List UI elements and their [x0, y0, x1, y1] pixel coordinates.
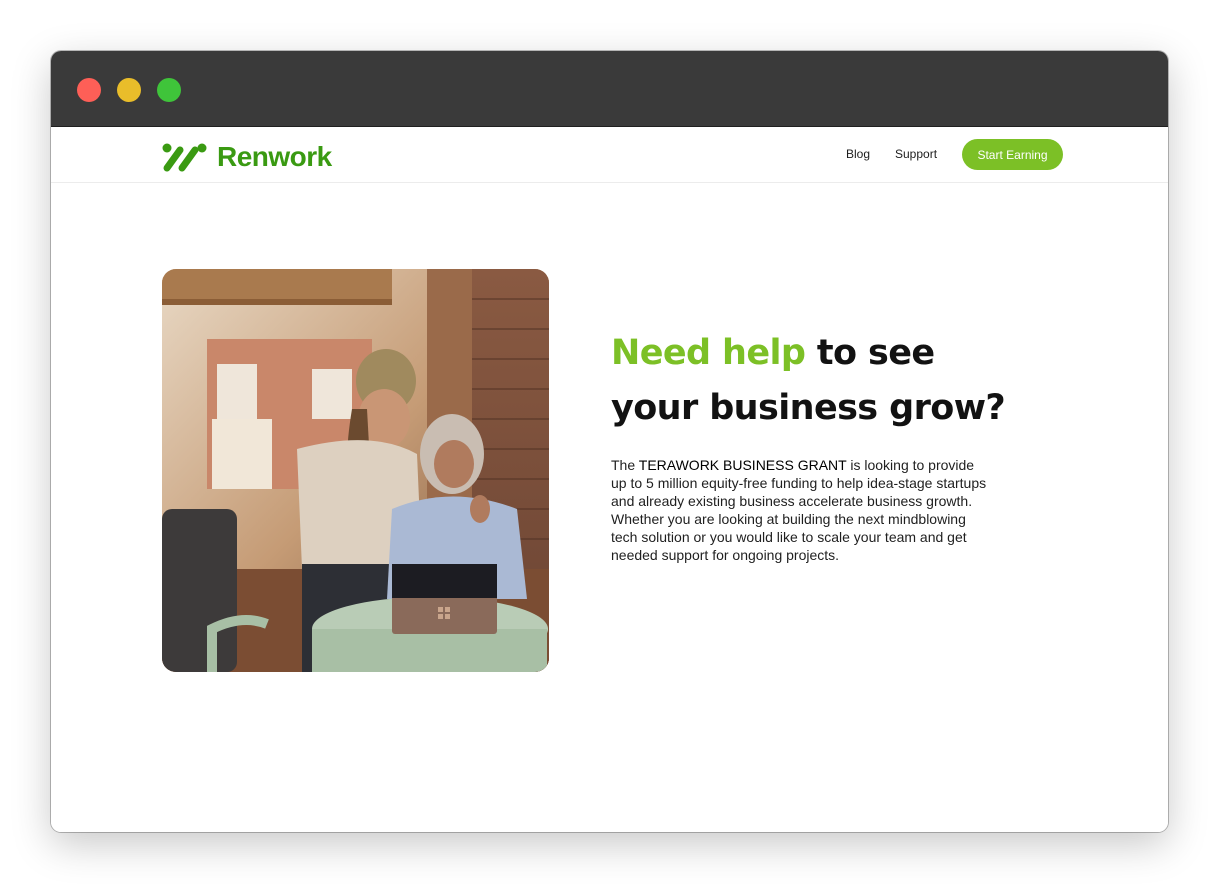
renwork-logo-icon: [162, 143, 207, 172]
title-bar: [51, 51, 1168, 127]
page-content: Renwork Blog Support Start Earning Need …: [51, 127, 1168, 832]
headline-accent: Need help: [611, 333, 806, 373]
hero-description: The TERAWORK BUSINESS GRANT is looking t…: [611, 456, 991, 564]
headline-part-2: your business grow?: [611, 388, 1006, 428]
brand-name: Renwork: [217, 141, 332, 172]
hero-photo: [162, 269, 549, 672]
browser-window: Renwork Blog Support Start Earning Need …: [51, 51, 1168, 832]
nav-link-blog[interactable]: Blog: [846, 147, 870, 161]
nav-link-support[interactable]: Support: [895, 147, 937, 161]
minimize-button[interactable]: [117, 78, 141, 102]
close-button[interactable]: [77, 78, 101, 102]
hero-headline: Need help to see your business grow?: [611, 326, 1051, 436]
grant-name: TERAWORK BUSINESS GRANT: [638, 457, 847, 473]
headline-part-1: to see: [805, 333, 935, 373]
start-earning-button[interactable]: Start Earning: [962, 139, 1063, 170]
brand-logo[interactable]: Renwork: [161, 141, 332, 173]
body-intro: The: [611, 457, 639, 473]
navbar: Renwork Blog Support Start Earning: [51, 127, 1168, 183]
maximize-button[interactable]: [157, 78, 181, 102]
two-women-laptop-photo: [162, 269, 549, 672]
hero-copy: Need help to see your business grow? The…: [611, 326, 1051, 564]
